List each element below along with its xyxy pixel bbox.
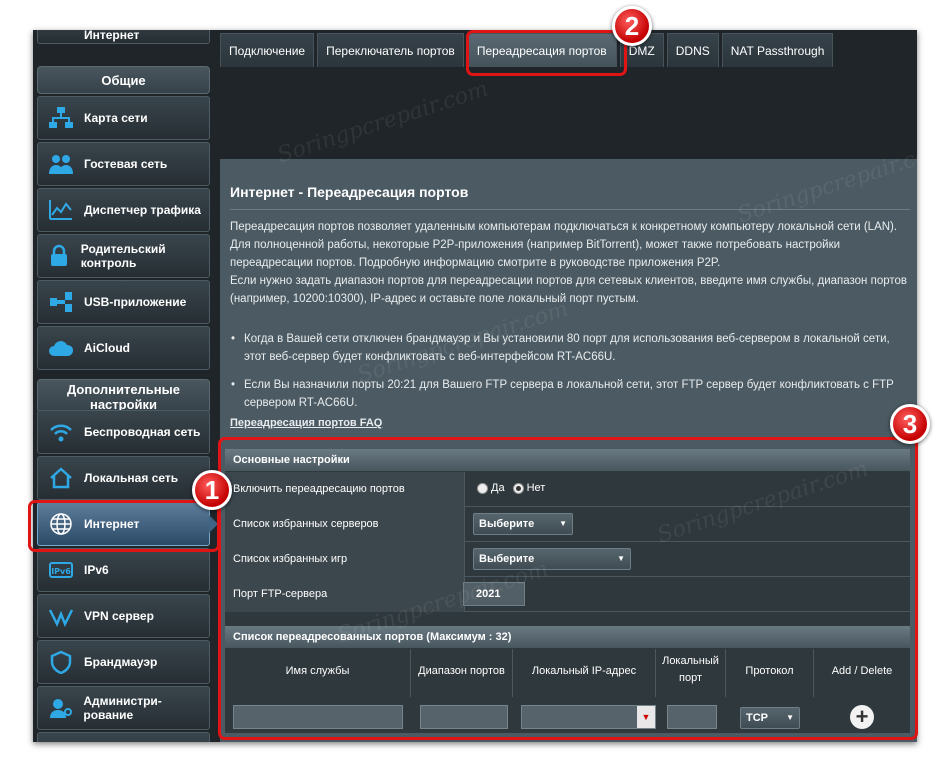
add-icon[interactable]: +: [850, 705, 874, 729]
radio-yes[interactable]: [477, 482, 488, 494]
col-local-ip: Локальный IP-адрес: [513, 649, 656, 697]
dropdown-arrow-icon[interactable]: ▼: [637, 706, 655, 728]
note-bullet: Если Вы назначили порты 20:21 для Вашего…: [230, 376, 915, 412]
sidebar-item-wireless[interactable]: Беспроводная сеть: [37, 410, 210, 454]
sidebar-item-ipv6[interactable]: IPv6 IPv6: [37, 548, 210, 592]
sidebar-item-network-map[interactable]: Карта сети: [37, 96, 210, 140]
port-range-input[interactable]: [420, 705, 508, 729]
guest-network-icon: [46, 151, 76, 177]
sidebar-item-traffic-manager[interactable]: Диспетчер трафика: [37, 188, 210, 232]
chevron-down-icon: ▼: [786, 713, 794, 722]
sidebar-header-advanced: Дополнительные настройки: [37, 379, 210, 413]
watermark: Soringpcrepair.com: [274, 76, 492, 169]
ipv6-icon: IPv6: [46, 557, 76, 583]
chevron-down-icon: ▼: [559, 519, 567, 528]
servers-row: Список избранных серверов Выберите ▼: [225, 507, 910, 542]
vpn-icon: [46, 603, 76, 629]
admin-icon: [46, 695, 75, 721]
globe-icon: [46, 511, 76, 537]
router-admin-window: Интернет Общие Карта сети Гостевая сеть …: [33, 30, 917, 742]
col-local-port: Локальный порт: [656, 649, 726, 697]
divider: [230, 209, 910, 210]
enable-radio-group: Да Нет: [477, 482, 545, 494]
tab-bar: Подключение Переключатель портов Переадр…: [220, 33, 836, 69]
tab-port-forwarding[interactable]: Переадресация портов: [466, 33, 617, 67]
traffic-manager-icon: [46, 197, 76, 223]
sidebar-item-usb-app[interactable]: USB-приложение: [37, 280, 210, 324]
tab-dmz[interactable]: DMZ: [619, 33, 664, 67]
chevron-down-icon: ▼: [617, 554, 625, 563]
col-service-name: Имя службы: [225, 649, 411, 697]
sidebar: Интернет Общие Карта сети Гостевая сеть …: [33, 30, 218, 742]
sidebar-item-aicloud[interactable]: AiCloud: [37, 326, 210, 370]
local-ip-input[interactable]: ▼: [521, 705, 656, 729]
col-add-delete: Add / Delete: [831, 665, 893, 677]
local-port-input[interactable]: [667, 705, 717, 729]
svg-text:IPv6: IPv6: [51, 567, 71, 576]
protocol-select[interactable]: TCP ▼: [740, 707, 800, 729]
sidebar-item-internet[interactable]: Интернет: [37, 502, 218, 546]
radio-yes-label: Да: [491, 482, 505, 494]
enable-label: Включить переадресацию портов: [225, 472, 465, 507]
wifi-icon: [46, 419, 76, 445]
cloud-icon: [46, 335, 76, 361]
forwarded-list-header: Список переадресованных портов (Максимум…: [225, 626, 910, 648]
sidebar-item-firewall[interactable]: Брандмауэр: [37, 640, 210, 684]
basic-settings-header: Основные настройки: [225, 449, 910, 471]
note-bullet: Когда в Вашей сети отключен брандмауэр и…: [230, 330, 915, 366]
sidebar-item-internet-top[interactable]: Интернет: [37, 30, 210, 44]
description-paragraph: Переадресация портов позволяет удаленным…: [230, 221, 898, 269]
radio-no-label: Нет: [526, 482, 546, 494]
ftp-row: Порт FTP-сервера 2021: [225, 577, 910, 612]
tab-port-switch[interactable]: Переключатель портов: [317, 33, 464, 67]
usb-icon: [46, 289, 76, 315]
shield-icon: [46, 649, 76, 675]
radio-no[interactable]: [512, 482, 524, 494]
description: Переадресация портов позволяет удаленным…: [230, 218, 915, 308]
description-paragraph: Если нужно задать диапазон портов для пе…: [230, 275, 908, 305]
parental-lock-icon: [46, 243, 73, 269]
tab-connection[interactable]: Подключение: [220, 33, 315, 67]
sidebar-item-vpn-server[interactable]: VPN сервер: [37, 594, 210, 638]
page-title: Интернет - Переадресация портов: [230, 184, 469, 200]
col-port-range: Диапазон портов: [411, 649, 513, 697]
main-content: Интернет - Переадресация портов Переадре…: [220, 159, 917, 742]
games-row: Список избранных игр Выберите ▼: [225, 542, 910, 577]
sidebar-item-parental-control[interactable]: Родительский контроль: [37, 234, 210, 278]
games-label: Список избранных игр: [225, 542, 465, 577]
network-map-icon: [46, 105, 76, 131]
sidebar-item-lan[interactable]: Локальная сеть: [37, 456, 210, 500]
games-select[interactable]: Выберите ▼: [473, 548, 631, 570]
globe-icon: [46, 30, 76, 42]
sidebar-header-general: Общие: [37, 66, 210, 94]
sidebar-item-guest-network[interactable]: Гостевая сеть: [37, 142, 210, 186]
servers-label: Список избранных серверов: [225, 507, 465, 542]
faq-link[interactable]: Переадресация портов FAQ: [230, 417, 382, 429]
service-name-input[interactable]: [233, 705, 403, 729]
tab-nat-passthrough[interactable]: NAT Passthrough: [721, 33, 834, 67]
sidebar-item-next[interactable]: [37, 732, 210, 742]
home-icon: [46, 465, 76, 491]
tab-ddns[interactable]: DDNS: [666, 33, 719, 67]
col-protocol: Протокол: [726, 649, 814, 697]
sidebar-item-administration[interactable]: Администри-рование: [37, 686, 210, 730]
servers-select[interactable]: Выберите ▼: [473, 513, 573, 535]
